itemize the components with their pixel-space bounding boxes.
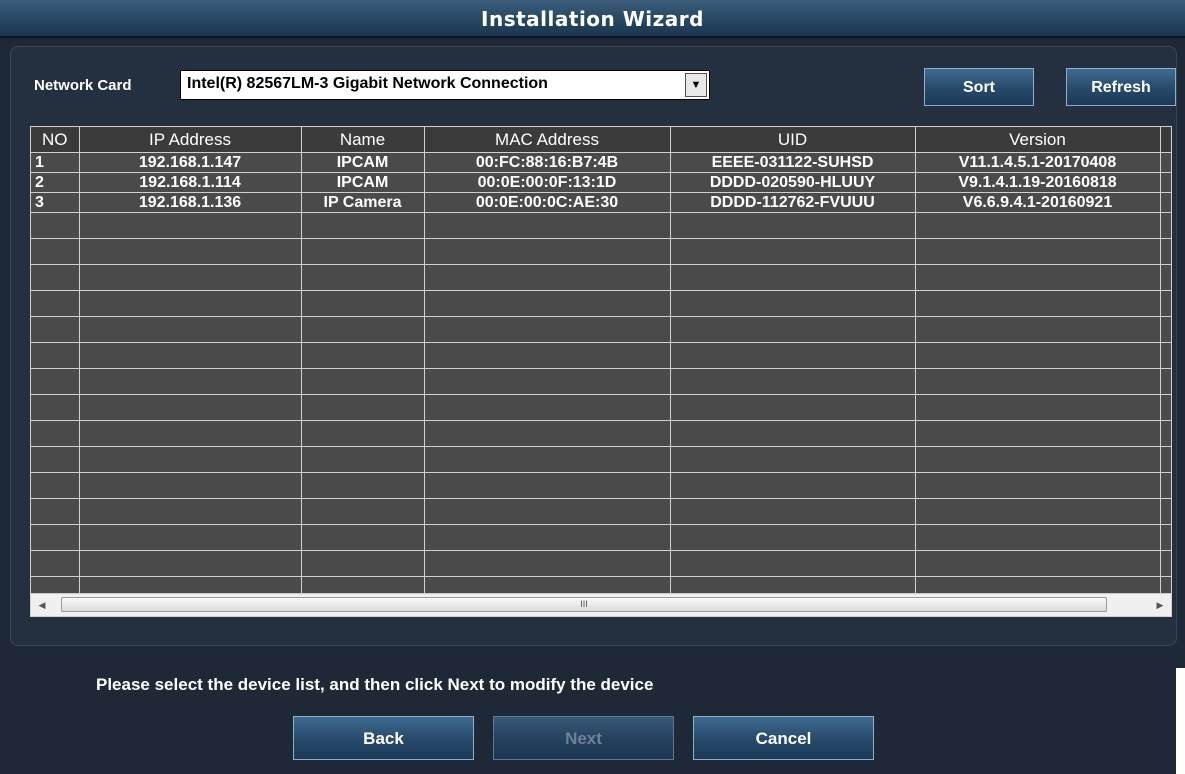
- column-header-ip-address[interactable]: IP Address: [79, 127, 302, 153]
- column-header-filler: [1160, 127, 1171, 153]
- cancel-button-label: Cancel: [755, 729, 812, 748]
- table-row[interactable]: 1 192.168.1.147 IPCAM 00:FC:88:16:B7:4B …: [31, 152, 1171, 173]
- table-row[interactable]: 2 192.168.1.114 IPCAM 00:0E:00:0F:13:1D …: [31, 172, 1171, 193]
- column-header-uid[interactable]: UID: [670, 127, 916, 153]
- next-button-label: Next: [565, 729, 602, 748]
- installation-wizard-window: Installation Wizard Network Card Intel(R…: [0, 0, 1185, 774]
- empty-row: [31, 238, 1171, 265]
- empty-row: [31, 420, 1171, 447]
- cell-ip-address: 192.168.1.136: [79, 192, 302, 213]
- cell-uid: EEEE-031122-SUHSD: [670, 152, 916, 173]
- cell-version: V11.1.4.5.1-20170408: [915, 152, 1161, 173]
- column-header-no[interactable]: NO: [31, 127, 80, 153]
- cell-uid: DDDD-112762-FVUUU: [670, 192, 916, 213]
- back-button[interactable]: Back: [293, 716, 474, 760]
- empty-row: [31, 394, 1171, 421]
- table-header-row: NO IP Address Name MAC Address UID Versi…: [31, 127, 1171, 153]
- empty-row: [31, 368, 1171, 395]
- cell-uid: DDDD-020590-HLUUY: [670, 172, 916, 193]
- device-grid: NO IP Address Name MAC Address UID Versi…: [31, 127, 1171, 603]
- cell-mac-address: 00:0E:00:0F:13:1D: [424, 172, 671, 193]
- cell-name: IPCAM: [301, 172, 425, 193]
- column-header-name[interactable]: Name: [301, 127, 425, 153]
- empty-row: [31, 498, 1171, 525]
- sort-button[interactable]: Sort: [924, 68, 1034, 106]
- empty-row: [31, 316, 1171, 343]
- cell-filler: [1160, 172, 1171, 193]
- instruction-text: Please select the device list, and then …: [96, 675, 654, 694]
- cell-filler: [1160, 192, 1171, 213]
- empty-row: [31, 524, 1171, 551]
- title-bar: Installation Wizard: [0, 0, 1185, 38]
- empty-row: [31, 550, 1171, 577]
- cell-no: 1: [31, 152, 80, 173]
- device-list-table[interactable]: NO IP Address Name MAC Address UID Versi…: [30, 126, 1172, 617]
- empty-row: [31, 212, 1171, 239]
- sort-button-label: Sort: [963, 79, 995, 96]
- window-title: Installation Wizard: [481, 7, 704, 31]
- refresh-button-label: Refresh: [1091, 79, 1151, 96]
- cell-mac-address: 00:FC:88:16:B7:4B: [424, 152, 671, 173]
- scrollbar-thumb[interactable]: III: [61, 597, 1107, 612]
- cell-no: 3: [31, 192, 80, 213]
- window-edge-background: [1176, 668, 1185, 774]
- cell-name: IP Camera: [301, 192, 425, 213]
- empty-row: [31, 446, 1171, 473]
- empty-row: [31, 342, 1171, 369]
- cell-version: V6.6.9.4.1-20160921: [915, 192, 1161, 213]
- arrow-right-icon[interactable]: ▶: [1149, 594, 1171, 616]
- empty-row: [31, 290, 1171, 317]
- next-button[interactable]: Next: [493, 716, 674, 760]
- cancel-button[interactable]: Cancel: [693, 716, 874, 760]
- cell-version: V9.1.4.1.19-20160818: [915, 172, 1161, 193]
- column-header-mac-address[interactable]: MAC Address: [424, 127, 671, 153]
- table-row[interactable]: 3 192.168.1.136 IP Camera 00:0E:00:0C:AE…: [31, 192, 1171, 213]
- network-card-value: Intel(R) 82567LM-3 Gigabit Network Conne…: [187, 75, 548, 92]
- cell-mac-address: 00:0E:00:0C:AE:30: [424, 192, 671, 213]
- cell-name: IPCAM: [301, 152, 425, 173]
- cell-no: 2: [31, 172, 80, 193]
- chevron-down-icon[interactable]: ▼: [685, 73, 707, 97]
- refresh-button[interactable]: Refresh: [1066, 68, 1176, 106]
- cell-ip-address: 192.168.1.147: [79, 152, 302, 173]
- empty-row: [31, 264, 1171, 291]
- back-button-label: Back: [363, 729, 404, 748]
- network-card-label: Network Card: [34, 77, 132, 94]
- cell-ip-address: 192.168.1.114: [79, 172, 302, 193]
- arrow-left-icon[interactable]: ◀: [31, 594, 53, 616]
- horizontal-scrollbar[interactable]: ◀ III ▶: [31, 593, 1171, 616]
- empty-row: [31, 472, 1171, 499]
- network-card-select[interactable]: Intel(R) 82567LM-3 Gigabit Network Conne…: [180, 70, 710, 100]
- scrollbar-grip: III: [580, 599, 588, 609]
- cell-filler: [1160, 152, 1171, 173]
- column-header-version[interactable]: Version: [915, 127, 1161, 153]
